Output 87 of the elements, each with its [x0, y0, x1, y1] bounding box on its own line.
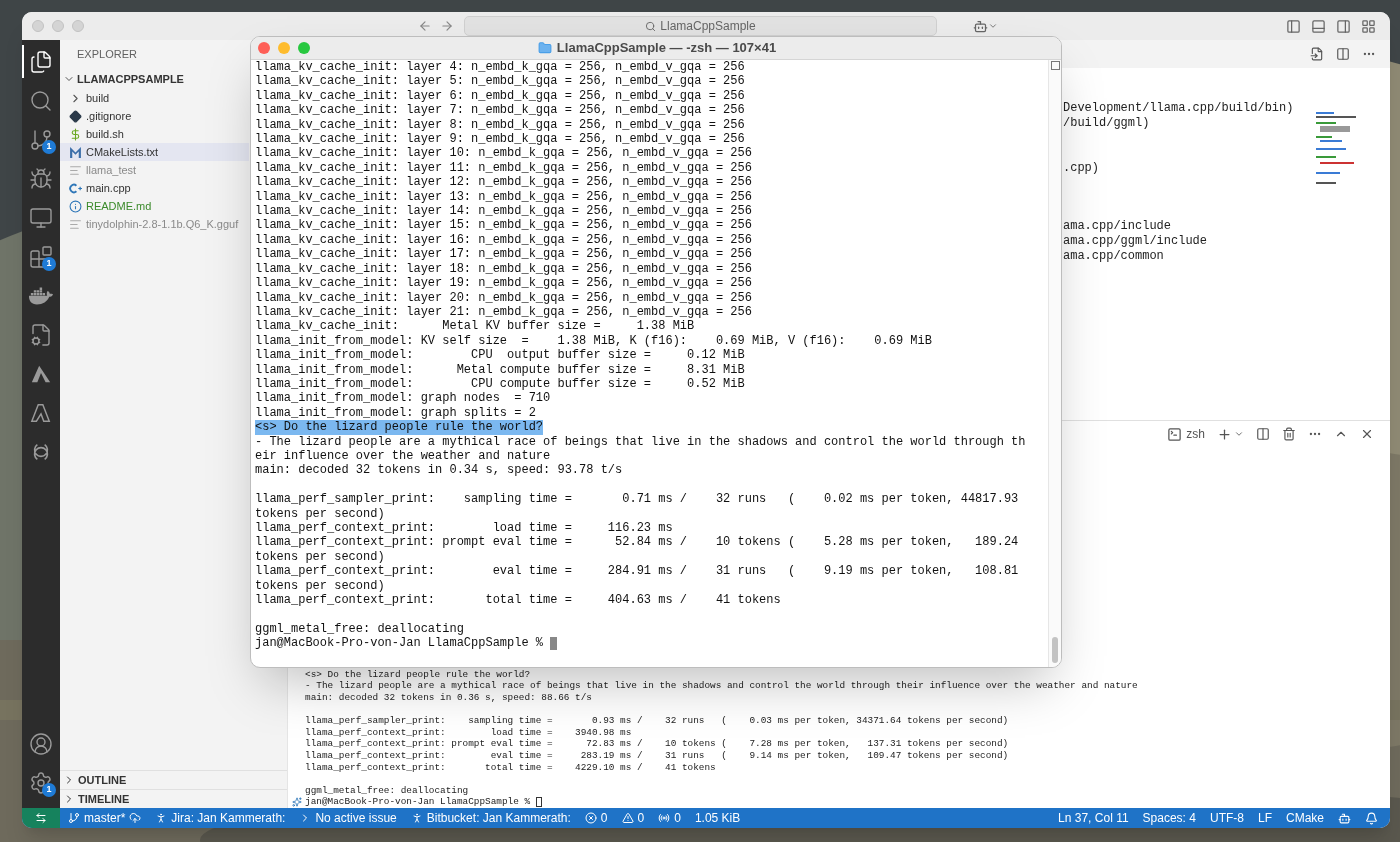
- terminal-line: llama_kv_cache_init: layer 6: n_embd_k_gqa = 256, n_embd_v_gqa = 256: [255, 88, 745, 104]
- terminal-line: tokens per second): [255, 506, 385, 521]
- activity-item[interactable]: 1: [22, 237, 60, 276]
- terminal-line: main: decoded 32 tokens in 0.36 s, speed: 88.66 t/s: [305, 692, 592, 704]
- terminal-line: llama_perf_context_print: prompt eval time = 52.84 ms / 10 tokens ( 5.28 ms per token, 189.24: [255, 535, 1019, 550]
- terminal-line: llama_kv_cache_init: layer 17: n_embd_k_gqa = 256, n_embd_v_gqa = 256: [255, 247, 752, 262]
- badge: 1: [42, 257, 56, 271]
- file-item[interactable]: main.cpp: [60, 179, 249, 197]
- terminal-line: - The lizard people are a mythical race of beings that live in the shadows and control the world through their influence over the weather and nature: [305, 680, 1138, 693]
- file-item[interactable]: build: [60, 89, 249, 107]
- terminal-line: llama_kv_cache_init: layer 12: n_embd_k_gqa = 256, n_embd_v_gqa = 256: [255, 175, 752, 190]
- code-line: Development/llama.cpp/build/bin): [1063, 101, 1294, 116]
- code-line: ama.cpp/include: [1063, 219, 1172, 235]
- terminal-line: tokens per second): [255, 549, 385, 565]
- terminal-line: <s> Do the lizard people rule the world?: [305, 668, 531, 681]
- window-title: LlamaCppSample — -zsh — 107×41: [556, 39, 777, 58]
- terminal-prompt: jan@MacBook-Pro-von-Jan LlamaCppSample %: [305, 796, 532, 808]
- status-item[interactable]: No active issue: [299, 809, 397, 827]
- search-text: LlamaCppSample: [660, 18, 756, 35]
- terminal-line: llama_init_from_model: graph nodes = 710: [255, 391, 551, 406]
- status-item[interactable]: Bitbucket: Jan Kammerath:: [410, 809, 571, 827]
- terminal-line: llama_kv_cache_init: layer 21: n_embd_k_gqa = 256, n_embd_v_gqa = 256: [255, 304, 752, 320]
- file-item[interactable]: llama_test: [60, 161, 249, 179]
- terminal-prompt: jan@MacBook-Pro-von-Jan LlamaCppSample %: [255, 636, 545, 651]
- status-item[interactable]: Jira: Jan Kammerath:: [155, 809, 286, 827]
- terminal-line: llama_perf_context_print: load time = 116.23 ms: [255, 521, 673, 536]
- terminal-line: llama_perf_context_print: eval time = 283.19 ms / 31 runs ( 9.14 ms per token, 109.47 tokens per second): [305, 750, 1009, 762]
- terminal-line: main: decoded 32 tokens in 0.34 s, speed: 93.78 t/s: [255, 463, 623, 478]
- folder-title[interactable]: LLAMACPPSAMPLE: [77, 70, 184, 88]
- code-line: ama.cpp/ggml/include: [1063, 234, 1208, 249]
- terminal-line: llama_init_from_model: CPU compute buffer size = 0.52 MiB: [255, 376, 745, 392]
- terminal-line: llama_init_from_model: CPU output buffer size = 0.12 MiB: [255, 348, 745, 363]
- file-item[interactable]: README.md: [60, 197, 249, 215]
- status-item[interactable]: master*: [68, 809, 142, 827]
- terminal-line: llama_init_from_model: KV self size = 1.38 MiB, K (f16): 0.69 MiB, V (f16): 0.69 MiB: [255, 333, 932, 349]
- terminal-line: llama_kv_cache_init: layer 4: n_embd_k_gqa = 256, n_embd_v_gqa = 256: [255, 60, 745, 75]
- status-item[interactable]: Ln 37, Col 11: [1058, 809, 1129, 827]
- terminal-line: llama_kv_cache_init: layer 16: n_embd_k_gqa = 256, n_embd_v_gqa = 256: [255, 232, 752, 248]
- badge: 1: [42, 140, 56, 154]
- terminal-line: tokens per second): [255, 578, 385, 593]
- search-field[interactable]: LlamaCppSample: [464, 16, 937, 36]
- terminal-line: llama_kv_cache_init: layer 10: n_embd_k_gqa = 256, n_embd_v_gqa = 256: [255, 146, 752, 161]
- file-item[interactable]: CMakeLists.txt: [60, 143, 249, 161]
- file-item[interactable]: tinydolphin-2.8-1.1b.Q6_K.gguf: [60, 215, 249, 233]
- shell-tab[interactable]: zsh: [1186, 425, 1205, 443]
- terminal-line: llama_kv_cache_init: layer 7: n_embd_k_gqa = 256, n_embd_v_gqa = 256: [255, 103, 745, 118]
- status-item[interactable]: LF: [1257, 809, 1272, 827]
- status-item[interactable]: 1.05 KiB: [694, 809, 741, 827]
- section-header[interactable]: OUTLINE: [60, 770, 287, 789]
- activity-item[interactable]: 1: [22, 120, 60, 159]
- badge: 1: [42, 783, 56, 797]
- terminal-line: llama_perf_context_print: total time = 404.63 ms / 41 tokens: [255, 593, 781, 608]
- terminal-line: llama_init_from_model: graph splits = 2: [255, 405, 536, 421]
- terminal-line: llama_perf_sampler_print: sampling time = 0.71 ms / 32 runs ( 0.02 ms per token, 44817.93: [255, 492, 1019, 507]
- code-line: /build/ggml): [1063, 115, 1150, 131]
- terminal-line: llama_kv_cache_init: Metal KV buffer size = 1.38 MiB: [255, 319, 695, 334]
- terminal-line: llama_perf_context_print: load time = 3940.98 ms: [305, 726, 632, 739]
- terminal-line: llama_kv_cache_init: layer 9: n_embd_k_gqa = 256, n_embd_v_gqa = 256: [255, 132, 745, 147]
- terminal-line: ggml_metal_free: deallocating: [305, 784, 469, 797]
- terminal-line: llama_kv_cache_init: layer 15: n_embd_k_gqa = 256, n_embd_v_gqa = 256: [255, 218, 752, 233]
- status-item[interactable]: UTF-8: [1209, 809, 1244, 827]
- status-item[interactable]: 0: [584, 809, 608, 827]
- status-item[interactable]: 0: [658, 809, 681, 827]
- terminal-line: llama_perf_sampler_print: sampling time = 0.93 ms / 32 runs ( 0.03 ms per token, 34371.64 tokens per second): [305, 715, 1009, 727]
- file-item[interactable]: build.sh: [60, 125, 249, 143]
- terminal-line: llama_kv_cache_init: layer 8: n_embd_k_gqa = 256, n_embd_v_gqa = 256: [255, 117, 745, 133]
- terminal-line: llama_perf_context_print: prompt eval time = 72.83 ms / 10 tokens ( 7.28 ms per token, 137.31 tokens per second): [305, 738, 1009, 751]
- terminal-line: - The lizard people are a mythical race of beings that live in the shadows and control the world through th: [255, 434, 1026, 449]
- terminal-line: eir influence over the weather and nature: [255, 448, 551, 464]
- terminal-line: ggml_metal_free: deallocating: [255, 621, 464, 637]
- terminal-line: llama_perf_context_print: total time = 4229.10 ms / 41 tokens: [305, 761, 716, 774]
- terminal-line: llama_kv_cache_init: layer 14: n_embd_k_gqa = 256, n_embd_v_gqa = 256: [255, 204, 752, 219]
- file-item[interactable]: .gitignore: [60, 107, 249, 125]
- status-item[interactable]: Spaces: 4: [1142, 809, 1196, 827]
- terminal-line: llama_kv_cache_init: layer 20: n_embd_k_gqa = 256, n_embd_v_gqa = 256: [255, 290, 752, 305]
- sidebar-title: EXPLORER: [77, 47, 137, 63]
- code-line: ama.cpp/common: [1063, 249, 1164, 264]
- terminal-line: llama_kv_cache_init: layer 13: n_embd_k_gqa = 256, n_embd_v_gqa = 256: [255, 189, 752, 205]
- terminal-line: llama_init_from_model: Metal compute buffer size = 8.31 MiB: [255, 362, 745, 377]
- status-item[interactable]: CMake: [1286, 809, 1324, 827]
- terminal-line: llama_kv_cache_init: layer 19: n_embd_k_gqa = 256, n_embd_v_gqa = 256: [255, 276, 752, 291]
- status-item[interactable]: 0: [621, 809, 645, 827]
- terminal-line: llama_perf_context_print: eval time = 284.91 ms / 31 runs ( 9.19 ms per token, 108.81: [255, 564, 1019, 579]
- terminal-line: llama_kv_cache_init: layer 5: n_embd_k_gqa = 256, n_embd_v_gqa = 256: [255, 74, 745, 89]
- terminal-line: llama_kv_cache_init: layer 11: n_embd_k_gqa = 256, n_embd_v_gqa = 256: [255, 160, 752, 176]
- terminal-line: llama_kv_cache_init: layer 18: n_embd_k_gqa = 256, n_embd_v_gqa = 256: [255, 261, 752, 277]
- code-line: .cpp): [1063, 160, 1099, 176]
